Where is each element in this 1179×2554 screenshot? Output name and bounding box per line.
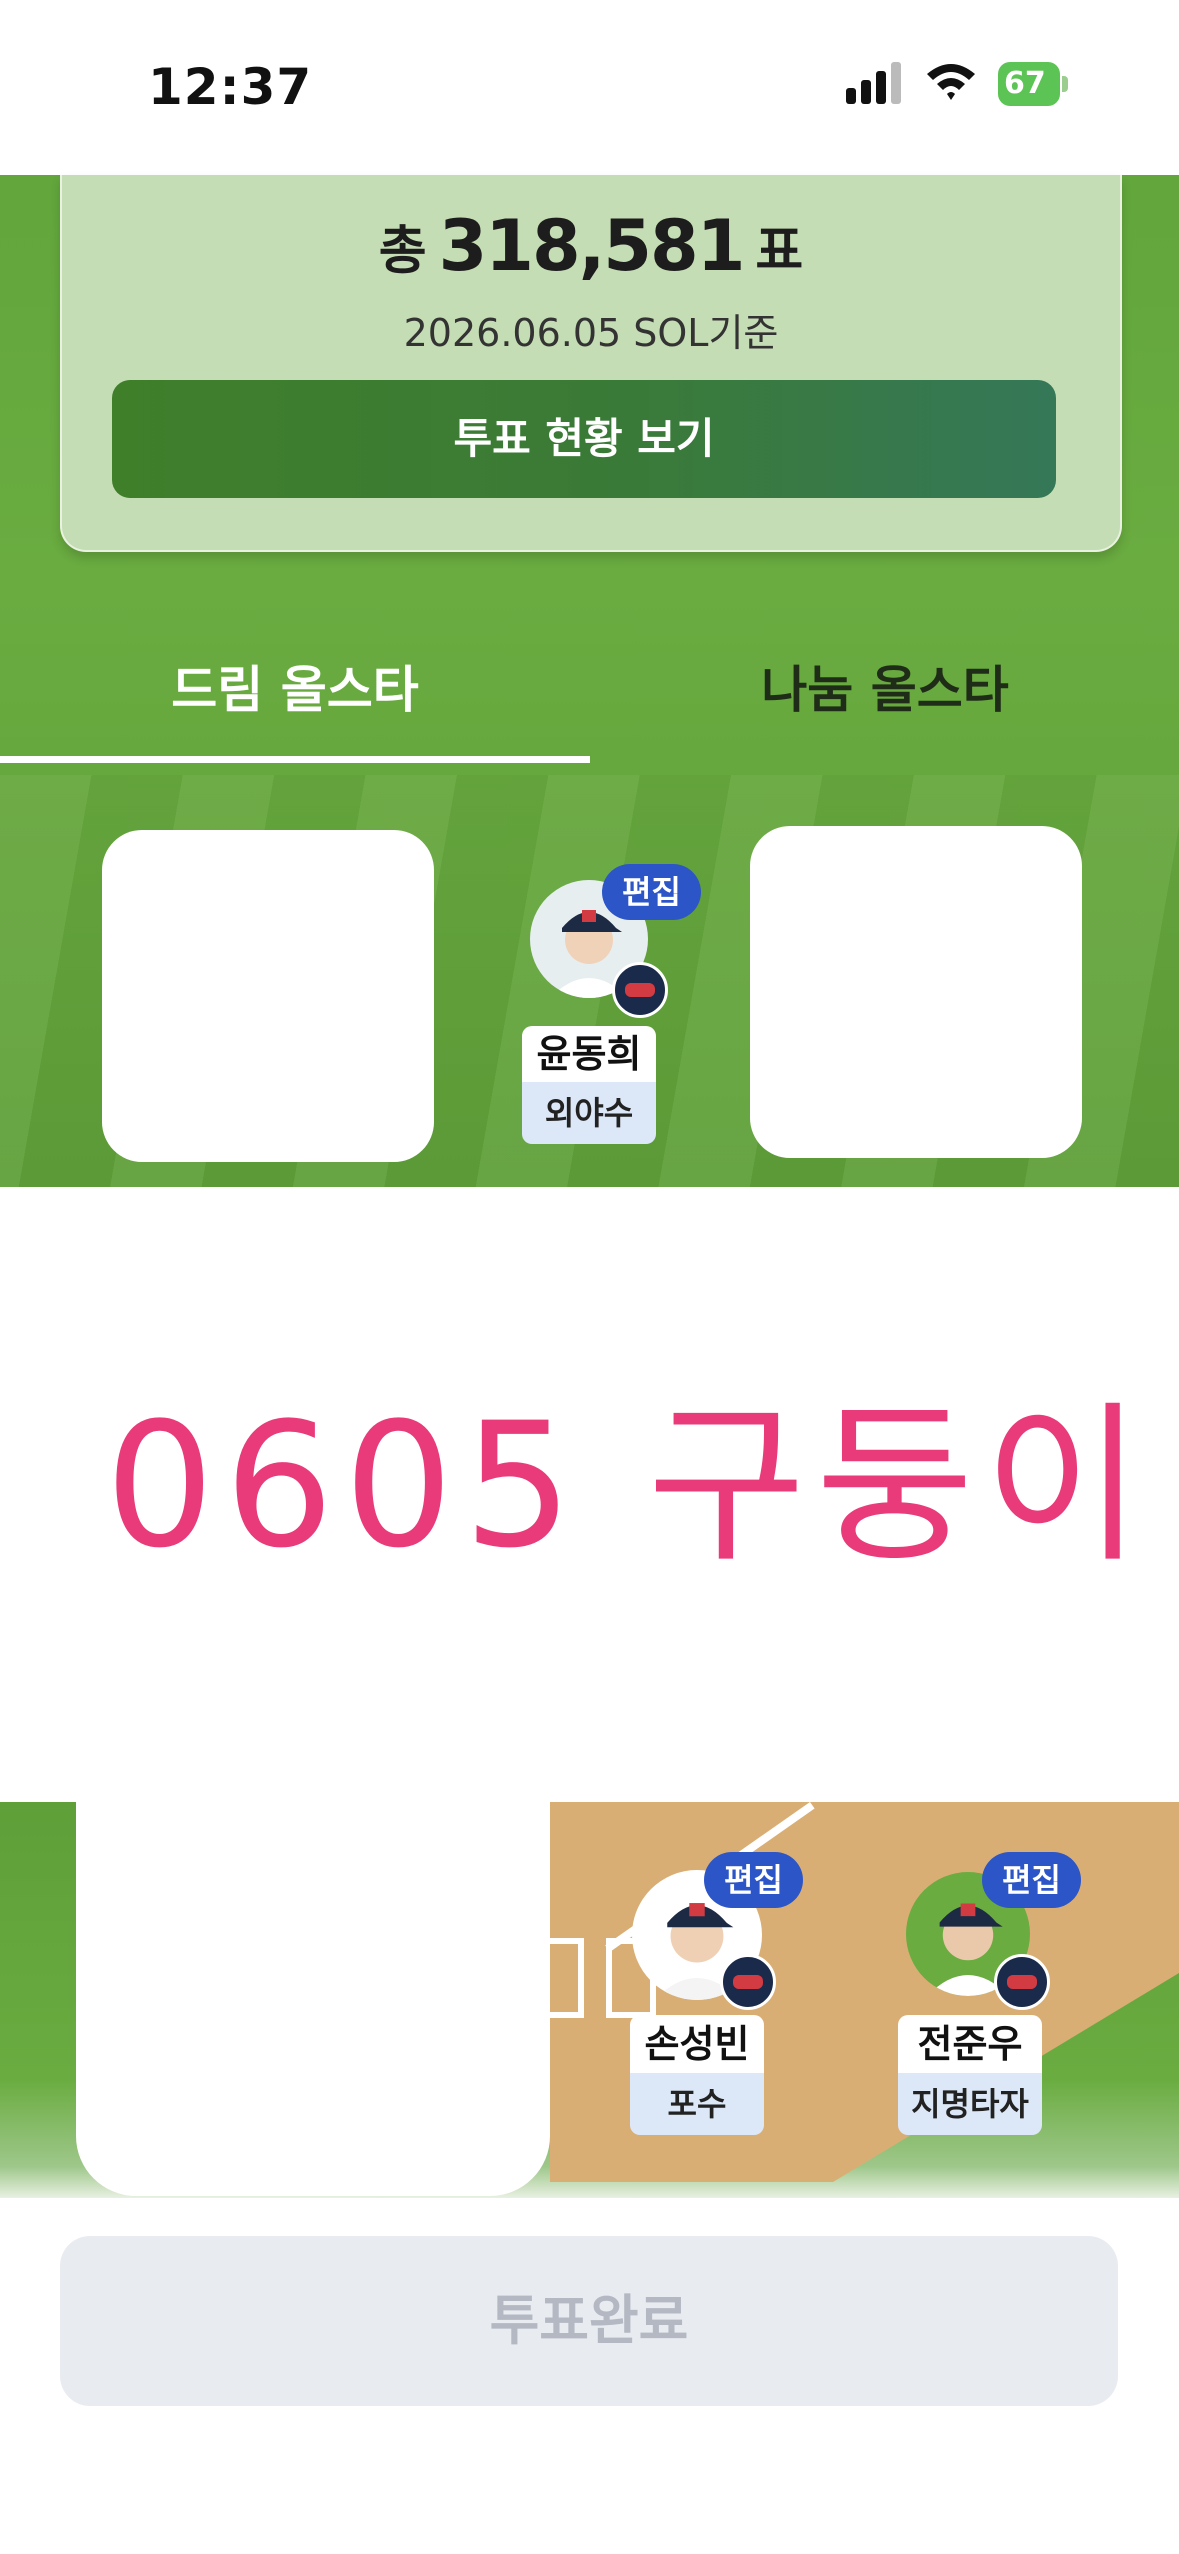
view-vote-status-button[interactable]: 투표 현황 보기 xyxy=(112,380,1056,498)
team-logo-icon xyxy=(720,1954,776,2010)
player-name: 손성빈 xyxy=(630,2015,764,2073)
total-votes: 318,581 xyxy=(438,205,746,287)
total-suffix: 표 xyxy=(755,221,804,282)
battery-level: 67 xyxy=(1004,66,1046,101)
vote-summary-card: 총 318,581 표 2026.06.05 SOL기준 투표 현황 보기 xyxy=(60,175,1122,552)
redacted-card-right xyxy=(750,826,1082,1158)
tab-share-allstar[interactable]: 나눔 올스타 xyxy=(590,630,1179,765)
tab-selected-indicator xyxy=(0,756,590,763)
player-name: 윤동희 xyxy=(522,1026,656,1082)
edit-badge[interactable]: 편집 xyxy=(982,1852,1081,1908)
tab-dream-allstar[interactable]: 드림 올스타 xyxy=(0,630,590,765)
allstar-tabs: 드림 올스타 나눔 올스타 xyxy=(0,630,1179,765)
player-position: 외야수 xyxy=(522,1082,656,1144)
team-logo-icon xyxy=(994,1954,1050,2010)
status-bar: 12:37 67 xyxy=(0,0,1179,175)
redacted-card-bottom xyxy=(76,1790,550,2196)
redacted-card-left xyxy=(102,830,434,1162)
total-votes-line: 총 318,581 표 xyxy=(62,205,1120,287)
batter-box-left xyxy=(550,1938,584,2018)
overlay-caption: 0605 구둥이 xyxy=(105,1385,1153,1586)
edit-badge[interactable]: 편집 xyxy=(704,1852,803,1908)
wifi-icon xyxy=(927,64,975,100)
basis-date: 2026.06.05 SOL기준 xyxy=(403,311,779,355)
player-name: 전준우 xyxy=(898,2015,1042,2073)
vote-complete-button[interactable]: 투표완료 xyxy=(60,2236,1118,2406)
total-prefix: 총 xyxy=(378,221,427,282)
player-position: 지명타자 xyxy=(898,2073,1042,2135)
team-logo-icon xyxy=(612,962,668,1018)
status-time: 12:37 xyxy=(148,58,313,116)
player-position: 포수 xyxy=(630,2073,764,2135)
edit-badge[interactable]: 편집 xyxy=(602,864,701,920)
cellular-signal-icon xyxy=(846,62,906,104)
battery-icon: 67 xyxy=(998,62,1070,106)
